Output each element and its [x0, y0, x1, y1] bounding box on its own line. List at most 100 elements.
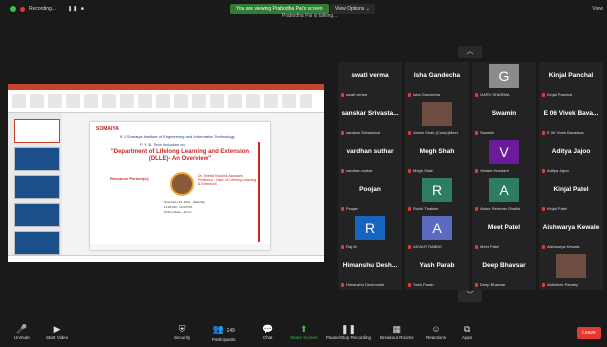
shared-screen: SOMAIYA K J Somaiya Institute of Enginee… — [8, 84, 324, 262]
participant-tile[interactable]: Vansh Shah (Comp)Meet — [405, 100, 469, 138]
participant-caption: Raj M. — [341, 244, 358, 249]
gallery-up-chevron-icon[interactable]: ︿ — [458, 46, 482, 58]
recording-indicator: Recording... ❚❚ ■ — [10, 6, 85, 12]
muted-mic-icon — [408, 244, 411, 249]
gallery-down-chevron-icon[interactable]: ﹀ — [458, 290, 482, 302]
slide-accent-line — [258, 142, 260, 242]
muted-mic-icon — [341, 206, 344, 211]
participant-caption-text: Raj M. — [346, 244, 358, 249]
speaker-photo — [170, 172, 194, 196]
participant-tile[interactable]: Abhishek Pandey — [539, 252, 603, 290]
participant-tile[interactable]: G GARV SHARMA — [472, 62, 536, 100]
participant-tile[interactable]: Swamin Swamin — [472, 100, 536, 138]
participant-name: vardhan suthar — [346, 148, 394, 155]
video-off-icon: ▶ — [53, 324, 61, 334]
participant-tile[interactable]: Megh Shah Megh Shah — [405, 138, 469, 176]
participant-caption: ADVAIT RABDE — [408, 244, 442, 249]
participant-name: Deep Bhavsar — [482, 262, 526, 269]
start-video-button[interactable]: ▶ Start Video — [46, 323, 68, 340]
current-slide: SOMAIYA K J Somaiya Institute of Enginee… — [90, 122, 270, 250]
reactions-button[interactable]: ☺ Reactions — [426, 323, 446, 340]
pause-stop-recording-label: Pause/Stop Recording — [326, 335, 372, 340]
ppt-status-bar — [8, 255, 324, 262]
view-button[interactable]: View — [592, 6, 603, 12]
participant-caption: Aishwarya Kewale — [542, 244, 580, 249]
participant-avatar: V — [489, 140, 519, 164]
participant-tile[interactable]: Aishwarya Kewale Aishwarya Kewale — [539, 214, 603, 252]
participant-caption: Vansh Shah (Comp)Meet — [408, 130, 458, 135]
participant-tile[interactable]: swati verma swati verma — [338, 62, 402, 100]
participant-tile[interactable]: Yash Parab Yash Parab — [405, 252, 469, 290]
participant-caption: Kinjal Panchal — [542, 92, 572, 97]
share-screen-button[interactable]: ⬆ Share Screen — [290, 323, 318, 340]
muted-mic-icon — [475, 244, 478, 249]
muted-mic-icon — [341, 168, 344, 173]
participant-tile[interactable]: A ADVAIT RABDE — [405, 214, 469, 252]
participant-caption-text: ADVAIT RABDE — [413, 244, 442, 249]
participant-caption-text: E 06 Vivek Bavaskar — [547, 130, 584, 135]
participant-tile[interactable]: V Vedant Hundare — [472, 138, 536, 176]
participant-tile[interactable]: R Ruchi Thakker — [405, 176, 469, 214]
participant-tile[interactable]: Deep Bhavsar Deep Bhavsar — [472, 252, 536, 290]
participant-tile[interactable]: Kinjal Patel Kinjal Patel — [539, 176, 603, 214]
participant-tile[interactable]: A Abdur Rehman Shaikh — [472, 176, 536, 214]
security-label: Security — [174, 335, 191, 340]
participant-caption-text: vardhan suthar — [346, 168, 373, 173]
slide-thumbnail — [14, 175, 60, 199]
breakout-rooms-button[interactable]: ▦ Breakout Rooms — [380, 323, 414, 340]
event-info: November 23, 2021 · Saturday 11:00 AM - … — [164, 200, 206, 214]
participant-caption-text: Himanshu Deshmukh — [346, 282, 385, 287]
participant-tile[interactable]: Isha Gandecha Isha Gandecha — [405, 62, 469, 100]
security-shield-icon[interactable] — [10, 6, 16, 12]
participant-caption-text: Abdur Rehman Shaikh — [480, 206, 521, 211]
participant-caption: sanskar Srivastava — [341, 130, 380, 135]
participant-caption: Yash Parab — [408, 282, 434, 287]
share-screen-icon: ⬆ — [299, 324, 308, 334]
unmute-button[interactable]: 🎤 Unmute — [14, 323, 30, 340]
participant-caption: Meet Patel — [475, 244, 499, 249]
resource-person-label: Resource Person(s): — [110, 176, 150, 181]
participant-tile[interactable]: Meet Patel Meet Patel — [472, 214, 536, 252]
participant-tile[interactable]: Himanshu Desh... Himanshu Deshmukh — [338, 252, 402, 290]
participant-tile[interactable]: E 06 Vivek Bava... E 06 Vivek Bavaskar — [539, 100, 603, 138]
participants-label: Participants — [212, 337, 236, 342]
participant-caption-text: Yash Parab — [413, 282, 434, 287]
participant-tile[interactable]: Aditya Jajoo Aditya Jajoo — [539, 138, 603, 176]
pause-stop-recording-icons[interactable]: ❚❚ ■ — [68, 6, 85, 12]
participant-name: Swamin — [491, 110, 517, 117]
participant-caption-text: Meet Patel — [480, 244, 500, 249]
slide-title: "Department of Lifelong Learning and Ext… — [110, 149, 250, 162]
participant-name: Meet Patel — [487, 224, 521, 231]
participants-button[interactable]: 👥 149 Participants — [212, 323, 236, 342]
participant-caption: Aditya Jajoo — [542, 168, 569, 173]
top-bar: Recording... ❚❚ ■ You are viewing Prabod… — [0, 0, 607, 22]
chat-icon: 💬 — [262, 324, 274, 334]
participant-caption-text: Poojan — [346, 206, 359, 211]
participant-caption-text: Abhishek Pandey — [547, 282, 579, 287]
slide-thumbnail — [14, 203, 60, 227]
participant-avatar: A — [422, 216, 452, 240]
participant-tile[interactable]: Poojan Poojan — [338, 176, 402, 214]
leave-button[interactable]: Leave — [577, 327, 601, 339]
pause-stop-recording-button[interactable]: ❚❚ Pause/Stop Recording — [326, 323, 371, 340]
breakout-rooms-icon: ▦ — [392, 324, 402, 334]
participant-caption: Himanshu Deshmukh — [341, 282, 384, 287]
participant-tile[interactable]: R Raj M. — [338, 214, 402, 252]
participants-count: 149 — [226, 328, 235, 334]
participant-tile[interactable]: vardhan suthar vardhan suthar — [338, 138, 402, 176]
participant-tile[interactable]: sanskar Srivasta... sanskar Srivastava — [338, 100, 402, 138]
chat-button[interactable]: 💬 Chat — [262, 323, 273, 340]
participant-caption: Poojan — [341, 206, 358, 211]
muted-mic-icon — [341, 282, 344, 287]
security-button[interactable]: ⛨ Security — [174, 323, 190, 340]
participant-tile[interactable]: Kinjal Panchal Kinjal Panchal — [539, 62, 603, 100]
apps-button[interactable]: ⧉ Apps — [462, 323, 472, 340]
microphone-muted-icon: 🎤 — [16, 324, 28, 334]
slide-footer — [90, 244, 270, 250]
participant-caption: Abhishek Pandey — [542, 282, 578, 287]
shield-icon: ⛨ — [178, 324, 186, 334]
participant-name: Yash Parab — [419, 262, 455, 269]
muted-mic-icon — [408, 92, 411, 97]
participant-avatar: R — [355, 216, 385, 240]
participant-caption-text: GARV SHARMA — [480, 92, 510, 97]
